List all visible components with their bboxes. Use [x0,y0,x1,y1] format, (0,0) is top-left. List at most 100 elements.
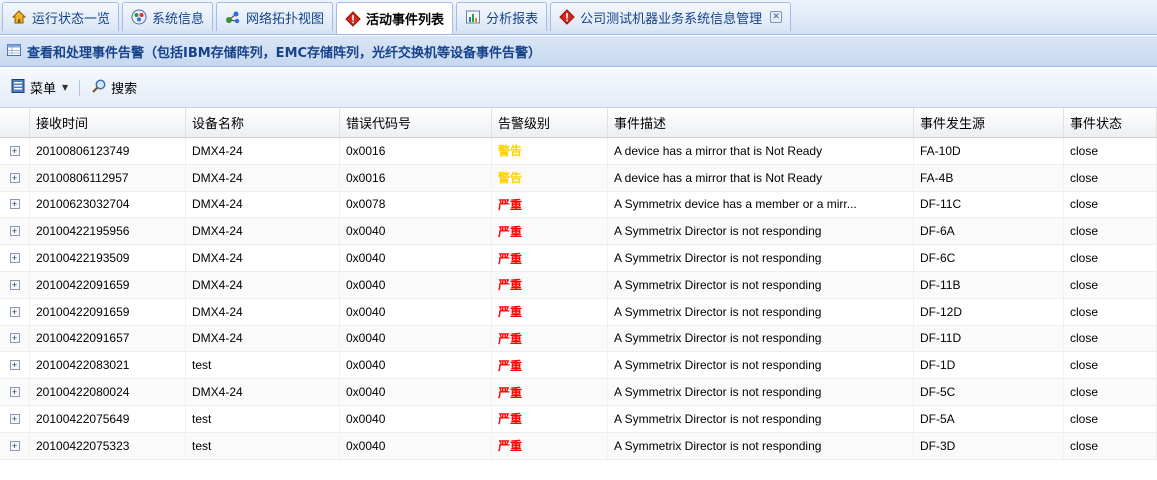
table-row[interactable]: +20100422195956 DMX4-24 0x0040 严重 A Symmetri… [0,218,1157,246]
expand-row-icon[interactable]: + [9,145,20,156]
column-header-event-source[interactable]: 事件发生源 [914,108,1064,137]
panel-header: 查看和处理事件告警（包括IBM存储阵列，EMC存储阵列，光纤交换机等设备事件告警… [0,36,1157,67]
menu-button[interactable]: 菜单 ▼ [8,76,70,100]
alert-diamond-icon [559,9,575,25]
cell-alarm-level: 严重 [492,245,608,271]
expand-row-icon[interactable]: + [9,226,20,237]
cell-received-time: 20100422195956 [30,218,186,245]
search-button[interactable]: 搜索 [89,76,139,100]
expand-row-icon[interactable]: + [9,306,20,317]
cell-error-code: 0x0040 [340,271,492,298]
table-row[interactable]: +20100422075323 test 0x0040 严重 A Symmetrix D… [0,432,1157,460]
toolbar-separator [79,79,81,96]
tab-network-topology[interactable]: 网络拓扑视图 [216,2,334,31]
event-grid: 接收时间 设备名称 错误代码号 告警级别 事件描述 事件发生源 事件状态 +20… [0,108,1157,460]
table-row[interactable]: +20100422091659 DMX4-24 0x0040 严重 A Symmetri… [0,271,1157,299]
table-row[interactable]: +20100623032704 DMX4-24 0x0078 严重 A Symmetri… [0,191,1157,219]
column-header-alarm-level[interactable]: 告警级别 [492,108,608,137]
cell-alarm-level: 严重 [492,298,608,325]
tab-list: 运行状态一览 系统信息 网络拓扑视图 活动事件列表 分析报表 公司测试机器业务系… [2,2,792,34]
close-icon[interactable]: ✕ [770,11,783,23]
cell-event-status: close [1064,352,1157,379]
table-row[interactable]: +20100422083021 test 0x0040 严重 A Symmetrix D… [0,352,1157,380]
cell-event-description: A Symmetrix Director is not responding [608,271,914,298]
cell-event-status: close [1064,325,1157,352]
cell-received-time: 20100422075649 [30,405,186,432]
cell-device-name: DMX4-24 [186,271,340,298]
tab-business-system-info[interactable]: 公司测试机器业务系统信息管理 ✕ [550,2,792,31]
tab-label: 运行状态一览 [32,11,111,27]
cell-device-name: DMX4-24 [186,379,340,405]
row-expander-cell: + [0,325,30,352]
cell-error-code: 0x0016 [340,138,492,164]
cell-device-name: DMX4-24 [186,325,340,352]
expand-row-icon[interactable]: + [9,387,20,398]
column-header-error-code[interactable]: 错误代码号 [340,108,492,137]
home-icon [11,9,27,25]
cell-error-code: 0x0040 [340,325,492,352]
table-row[interactable]: +20100422075649 test 0x0040 严重 A Symmetrix D… [0,405,1157,433]
cell-error-code: 0x0078 [340,191,492,218]
column-header-device-name[interactable]: 设备名称 [186,108,340,137]
expand-row-icon[interactable]: + [9,253,20,264]
cell-alarm-level: 警告 [492,164,608,191]
cell-event-status: close [1064,245,1157,271]
tab-active-events[interactable]: 活动事件列表 [336,2,454,34]
expand-row-icon[interactable]: + [9,333,20,344]
table-row[interactable]: +20100806112957 DMX4-24 0x0016 警告 A device h… [0,164,1157,192]
expand-row-icon[interactable]: + [9,360,20,371]
cell-event-status: close [1064,218,1157,245]
cell-event-source: DF-6C [914,245,1064,271]
cell-received-time: 20100806123749 [30,138,186,164]
cell-device-name: DMX4-24 [186,218,340,245]
column-header-received-time[interactable]: 接收时间 [30,108,186,137]
row-expander-cell: + [0,298,30,325]
tab-overview[interactable]: 运行状态一览 [2,2,120,31]
cell-event-description: A Symmetrix Director is not responding [608,218,914,245]
cell-error-code: 0x0040 [340,405,492,432]
table-row[interactable]: +20100422193509 DMX4-24 0x0040 严重 A Symmetri… [0,245,1157,272]
column-header-event-description[interactable]: 事件描述 [608,108,914,137]
cell-received-time: 20100422091659 [30,298,186,325]
cell-event-source: DF-6A [914,218,1064,245]
table-row[interactable]: +20100422091659 DMX4-24 0x0040 严重 A Symmetri… [0,298,1157,326]
cell-device-name: DMX4-24 [186,245,340,271]
cell-received-time: 20100422091659 [30,271,186,298]
expand-row-icon[interactable]: + [9,199,20,210]
cell-event-description: A Symmetrix Director is not responding [608,379,914,405]
table-row[interactable]: +20100806123749 DMX4-24 0x0016 警告 A device h… [0,138,1157,165]
cell-event-source: DF-5C [914,379,1064,405]
cell-event-description: A Symmetrix Director is not responding [608,245,914,271]
expand-row-icon[interactable]: + [9,279,20,290]
column-header-event-status[interactable]: 事件状态 [1064,108,1157,137]
cell-event-status: close [1064,271,1157,298]
cell-device-name: test [186,405,340,432]
cell-device-name: test [186,432,340,459]
cell-event-source: DF-11B [914,271,1064,298]
cell-received-time: 20100422083021 [30,352,186,379]
expand-row-icon[interactable]: + [9,440,20,451]
cell-event-status: close [1064,191,1157,218]
cell-event-description: A device has a mirror that is Not Ready [608,164,914,191]
cell-error-code: 0x0040 [340,352,492,379]
cell-event-description: A Symmetrix Director is not responding [608,432,914,459]
expand-row-icon[interactable]: + [9,172,20,183]
panel-title: 查看和处理事件告警（包括IBM存储阵列，EMC存储阵列，光纤交换机等设备事件告警… [27,45,542,61]
cell-error-code: 0x0040 [340,245,492,271]
cell-alarm-level: 严重 [492,352,608,379]
grid-panel-icon [6,42,22,61]
table-row[interactable]: +20100422080024 DMX4-24 0x0040 严重 A Symmetri… [0,379,1157,406]
row-expander-cell: + [0,432,30,459]
table-row[interactable]: +20100422091657 DMX4-24 0x0040 严重 A Symmetri… [0,325,1157,353]
cell-event-status: close [1064,138,1157,164]
cell-device-name: DMX4-24 [186,138,340,164]
cell-event-source: FA-10D [914,138,1064,164]
expand-row-icon[interactable]: + [9,413,20,424]
row-expander-cell: + [0,138,30,164]
tab-label: 分析报表 [486,11,539,27]
tab-system-info[interactable]: 系统信息 [122,2,214,31]
search-label: 搜索 [111,82,138,97]
cell-event-source: DF-11D [914,325,1064,352]
menu-label: 菜单 [30,82,57,97]
tab-analysis-report[interactable]: 分析报表 [456,2,548,31]
